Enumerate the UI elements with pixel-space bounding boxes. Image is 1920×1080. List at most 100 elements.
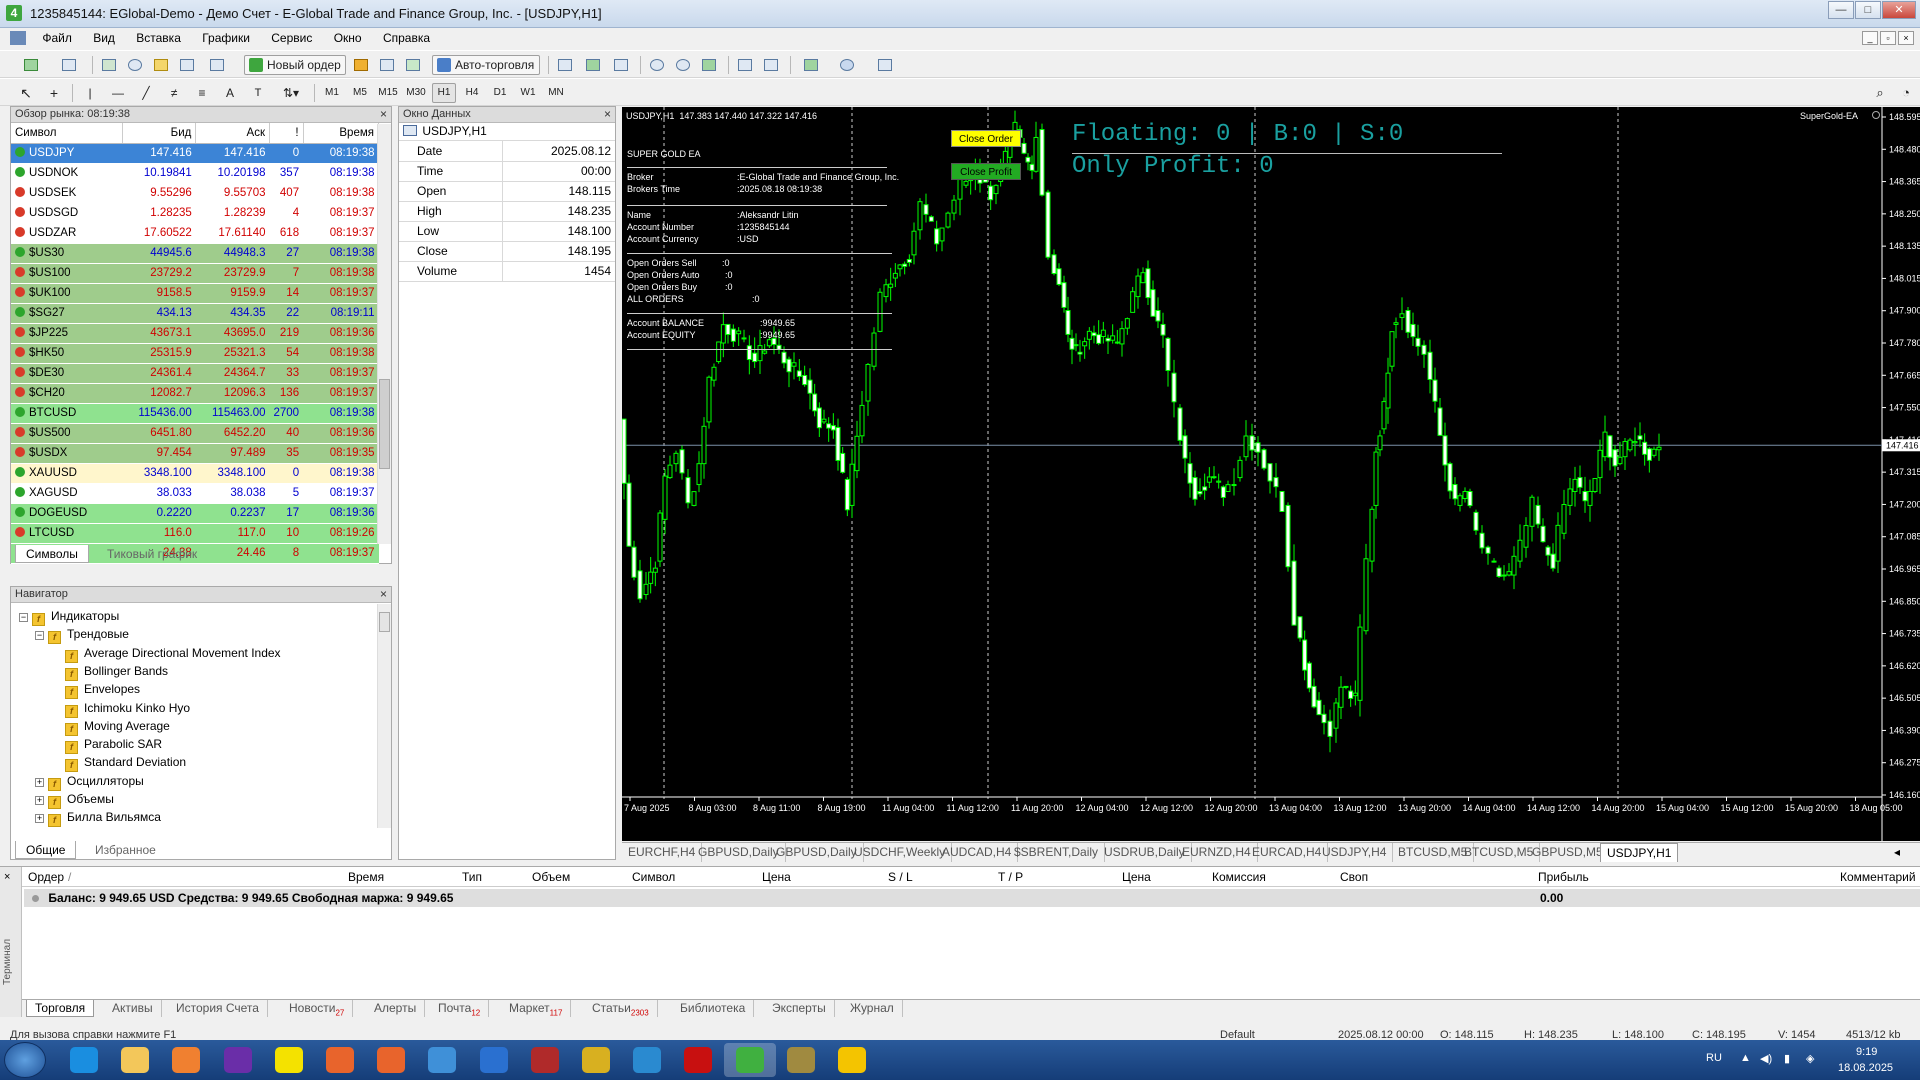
terminal-column-header[interactable]: Комиссия bbox=[1212, 870, 1266, 884]
expand-icon[interactable]: + bbox=[35, 814, 44, 824]
taskbar-app[interactable] bbox=[775, 1043, 827, 1077]
menu-file[interactable]: Файл bbox=[33, 28, 81, 48]
maximize-button[interactable]: □ bbox=[1855, 1, 1881, 19]
tab-symbols[interactable]: Символы bbox=[15, 545, 89, 563]
indicators-icon[interactable] bbox=[796, 55, 826, 75]
taskbar-app[interactable] bbox=[212, 1043, 264, 1077]
tf-w1[interactable]: W1 bbox=[516, 83, 540, 103]
market-watch-row[interactable]: $CH20 12082.7 12096.3 136 08:19:37 bbox=[11, 383, 379, 404]
terminal-column-header[interactable]: Тип bbox=[462, 870, 482, 884]
taskbar-app[interactable] bbox=[314, 1043, 366, 1077]
menu-view[interactable]: Вид bbox=[84, 28, 124, 48]
market-watch-row[interactable]: DOGEUSD 0.2220 0.2237 17 08:19:36 bbox=[11, 503, 379, 524]
terminal-tab[interactable]: Библиотека bbox=[672, 1000, 755, 1017]
horizontal-line-icon[interactable]: — bbox=[108, 83, 128, 103]
market-watch-scrollbar[interactable] bbox=[377, 124, 391, 544]
templates-icon[interactable] bbox=[868, 55, 902, 75]
market-watch-row[interactable]: $US100 23729.2 23729.9 7 08:19:38 bbox=[11, 263, 379, 284]
taskbar-app[interactable] bbox=[723, 1043, 776, 1077]
market-watch-row[interactable]: USDNOK 10.19841 10.20198 357 08:19:38 bbox=[11, 163, 379, 184]
fibonacci-icon[interactable]: ≡ bbox=[192, 83, 212, 103]
navigator-item[interactable]: f Moving Average bbox=[65, 717, 170, 736]
navigator-scrollbar[interactable] bbox=[377, 604, 391, 828]
expand-icon[interactable]: + bbox=[35, 796, 44, 805]
mdi-minimize-button[interactable]: _ bbox=[1862, 31, 1878, 45]
text-label-icon[interactable]: T bbox=[248, 83, 268, 103]
close-icon[interactable]: × bbox=[380, 107, 387, 121]
chart-canvas[interactable]: 148.595 148.480 148.365 148.250 148.135 148.0… bbox=[622, 107, 1920, 841]
periods-icon[interactable] bbox=[832, 55, 862, 75]
taskbar-app[interactable] bbox=[416, 1043, 468, 1077]
terminal-column-header[interactable]: Символ bbox=[632, 870, 675, 884]
line-chart-icon[interactable] bbox=[610, 55, 632, 75]
terminal-tab[interactable]: Активы bbox=[104, 1000, 162, 1017]
market-watch-row[interactable]: $DE30 24361.4 24364.7 33 08:19:37 bbox=[11, 363, 379, 384]
close-profit-button[interactable]: Close Profit bbox=[951, 163, 1021, 180]
market-watch-row[interactable]: $US30 44945.6 44948.3 27 08:19:38 bbox=[11, 243, 379, 264]
chart-tab[interactable]: GBPUSD,M5 bbox=[1526, 843, 1610, 862]
terminal-tab[interactable]: Почта12 bbox=[430, 1000, 490, 1017]
chart-autoscroll-icon[interactable] bbox=[734, 55, 756, 75]
terminal-column-header[interactable]: T / P bbox=[998, 870, 1023, 884]
tab-tick-chart[interactable]: Тиковый график bbox=[97, 545, 207, 563]
tf-m15[interactable]: M15 bbox=[376, 83, 400, 103]
candlestick-icon[interactable] bbox=[582, 55, 604, 75]
market-watch-row[interactable]: BTCUSD 115436.00 115463.00 2700 08:19:38 bbox=[11, 403, 379, 424]
market-watch-row[interactable]: USDSEK 9.55296 9.55703 407 08:19:38 bbox=[11, 183, 379, 204]
market-watch-row[interactable]: $UK100 9158.5 9159.9 14 08:19:37 bbox=[11, 283, 379, 304]
terminal-column-header[interactable]: Цена bbox=[1122, 870, 1151, 884]
network-icon[interactable]: ▮ bbox=[1784, 1052, 1790, 1065]
tf-mn[interactable]: MN bbox=[544, 83, 568, 103]
market-watch-row[interactable]: USDJPY 147.416 147.416 0 08:19:38 bbox=[11, 143, 379, 164]
cursor-icon[interactable]: ↖ bbox=[16, 83, 36, 103]
menu-help[interactable]: Справка bbox=[374, 28, 439, 48]
channel-icon[interactable]: ≠ bbox=[164, 83, 184, 103]
terminal-column-header[interactable]: Цена bbox=[762, 870, 791, 884]
tf-d1[interactable]: D1 bbox=[488, 83, 512, 103]
bar-chart-icon[interactable] bbox=[554, 55, 576, 75]
market-watch-row[interactable]: USDSGD 1.28235 1.28239 4 08:19:37 bbox=[11, 203, 379, 224]
market-watch-row[interactable]: $US500 6451.80 6452.20 40 08:19:36 bbox=[11, 423, 379, 444]
notification-icon[interactable]: ◔ bbox=[1896, 83, 1916, 103]
navigator-item[interactable]: f Average Directional Movement Index bbox=[65, 644, 281, 663]
terminal-tab[interactable]: Новости27 bbox=[281, 1000, 354, 1017]
mdi-restore-button[interactable]: ▫ bbox=[1880, 31, 1896, 45]
chart-tab[interactable]: USDJPY,H1 bbox=[1600, 843, 1679, 862]
terminal-icon[interactable] bbox=[176, 55, 198, 75]
terminal-column-header[interactable]: / bbox=[68, 870, 71, 884]
balance-row[interactable]: Баланс: 9 949.65 USD Средства: 9 949.65 … bbox=[24, 889, 1920, 907]
terminal-column-header[interactable]: Прибыль bbox=[1538, 870, 1589, 884]
price-chart[interactable]: 148.595 148.480 148.365 148.250 148.135 148.0… bbox=[622, 107, 1920, 841]
market-watch-row[interactable]: USDZAR 17.60522 17.61140 618 08:19:37 bbox=[11, 223, 379, 244]
chart-tab-scroll-left-icon[interactable]: ◂ bbox=[1894, 845, 1900, 859]
terminal-column-header[interactable]: S / L bbox=[888, 870, 913, 884]
metaeditor-icon[interactable] bbox=[350, 55, 372, 75]
market-watch-row[interactable]: XAUUSD 3348.100 3348.100 0 08:19:38 bbox=[11, 463, 379, 484]
taskbar-app[interactable] bbox=[365, 1043, 417, 1077]
market-icon[interactable] bbox=[402, 55, 424, 75]
mdi-close-button[interactable]: × bbox=[1898, 31, 1914, 45]
chart-tab[interactable]: EURCHF,H4 bbox=[622, 843, 703, 862]
start-button[interactable] bbox=[4, 1042, 46, 1078]
terminal-tab[interactable]: Статьи2303 bbox=[584, 1000, 658, 1017]
scroll-thumb[interactable] bbox=[379, 612, 390, 632]
tf-m5[interactable]: M5 bbox=[348, 83, 372, 103]
trendline-icon[interactable]: ╱ bbox=[136, 83, 156, 103]
terminal-tab[interactable]: Алерты bbox=[366, 1000, 426, 1017]
crosshair-icon[interactable]: + bbox=[44, 83, 64, 103]
market-watch-row[interactable]: $USDX 97.454 97.489 35 08:19:35 bbox=[11, 443, 379, 464]
clock-time[interactable]: 9:19 bbox=[1856, 1046, 1877, 1058]
taskbar-app[interactable] bbox=[58, 1043, 110, 1077]
close-button[interactable]: ✕ bbox=[1882, 1, 1916, 19]
signals-icon[interactable] bbox=[376, 55, 398, 75]
zoom-in-icon[interactable] bbox=[646, 55, 668, 75]
profiles-icon[interactable] bbox=[54, 55, 84, 75]
terminal-column-header[interactable]: Своп bbox=[1340, 870, 1368, 884]
taskbar-app[interactable] bbox=[621, 1043, 673, 1077]
new-chart-icon[interactable] bbox=[16, 55, 46, 75]
navigator-item[interactable]: − f Индикаторы bbox=[19, 607, 119, 626]
col-time[interactable]: Время bbox=[303, 123, 380, 144]
shield-icon[interactable]: ◈ bbox=[1806, 1052, 1814, 1065]
chart-tab[interactable]: AUDCAD,H4 bbox=[936, 843, 1019, 862]
terminal-column-header[interactable]: Объем bbox=[532, 870, 570, 884]
